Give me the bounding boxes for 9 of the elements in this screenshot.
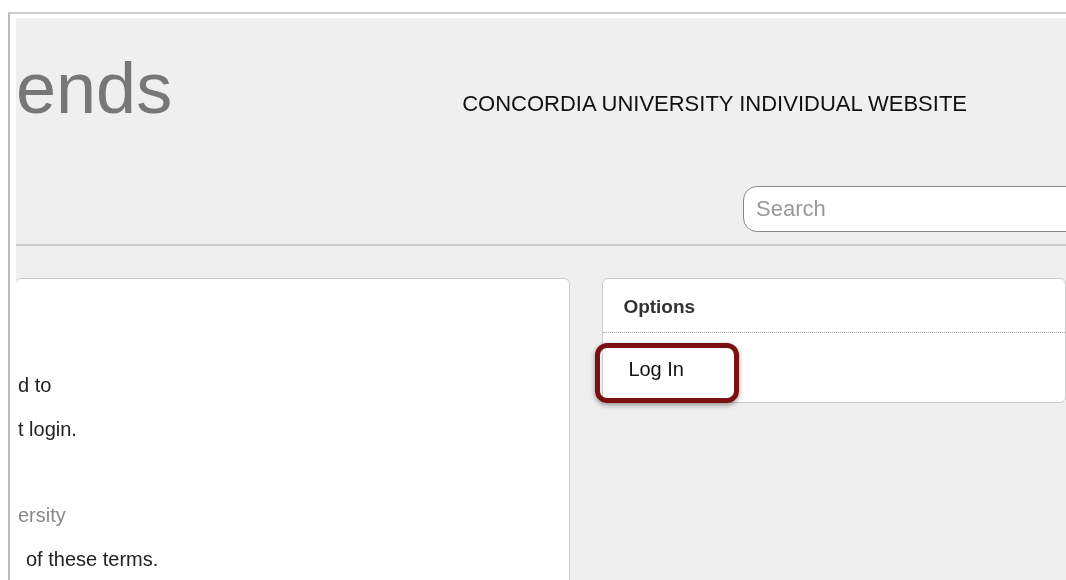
- body-text: of these terms.: [26, 547, 160, 572]
- site-name: CONCORDIA UNIVERSITY INDIVIDUAL WEBSITE: [462, 90, 967, 118]
- options-heading: Options: [603, 279, 1065, 333]
- body-text: d to: [18, 373, 53, 398]
- search-field[interactable]: Search: [743, 186, 1066, 232]
- login-link[interactable]: Log In: [595, 342, 739, 403]
- site-title: ends: [16, 52, 173, 130]
- body-text: ersity: [18, 503, 67, 528]
- body-text: t login.: [18, 417, 78, 442]
